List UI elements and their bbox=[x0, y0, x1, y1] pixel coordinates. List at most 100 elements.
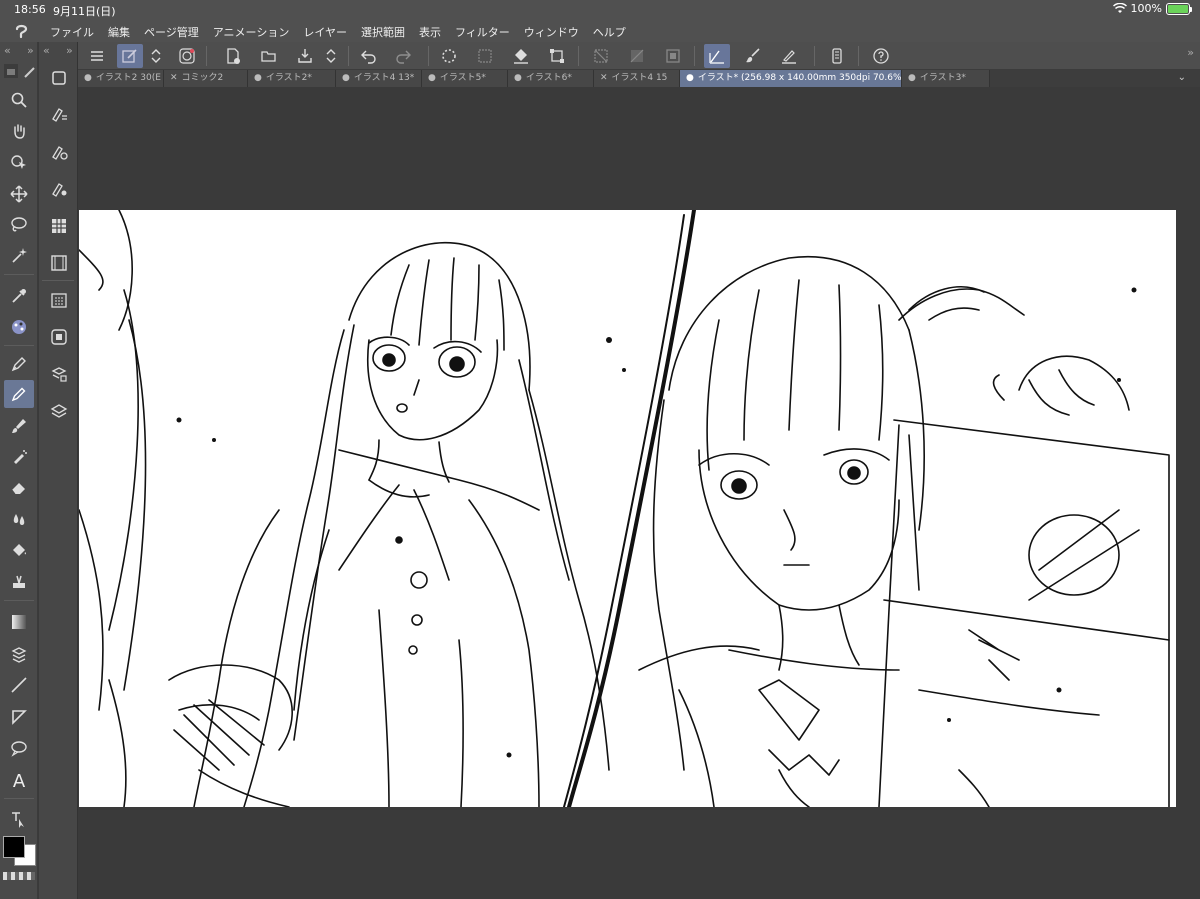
menu-item-7[interactable]: フィルター bbox=[455, 24, 510, 40]
balloon-tool[interactable] bbox=[4, 734, 34, 762]
document-tab-label: イラスト4 13* bbox=[353, 73, 415, 83]
brush-tool[interactable] bbox=[4, 412, 34, 440]
main-color-swatch[interactable] bbox=[3, 836, 25, 858]
fill-button[interactable] bbox=[508, 44, 534, 68]
document-tab[interactable]: ● イラスト* (256.98 x 140.00mm 350dpi 70.6%) bbox=[680, 70, 902, 87]
edit-mode-button[interactable] bbox=[117, 44, 143, 68]
correct-line-tool[interactable] bbox=[4, 806, 34, 834]
menu-item-3[interactable]: アニメーション bbox=[213, 24, 290, 40]
brush-size-button[interactable] bbox=[44, 175, 74, 203]
sub-tool-pen-button[interactable] bbox=[44, 100, 74, 128]
navigator-button[interactable] bbox=[44, 323, 74, 351]
zoom-tool[interactable] bbox=[4, 86, 34, 114]
save-tray-icon bbox=[298, 49, 312, 63]
grid-snap-button[interactable] bbox=[776, 44, 802, 68]
text-tool[interactable]: A bbox=[4, 767, 34, 795]
eyedropper-tool[interactable] bbox=[4, 282, 34, 310]
move-layer-tool[interactable] bbox=[4, 180, 34, 208]
auto-select-tool[interactable] bbox=[4, 242, 34, 270]
document-tab[interactable]: ✕ コミック2 bbox=[164, 70, 248, 87]
pen-tool[interactable] bbox=[4, 350, 34, 378]
loading-button[interactable] bbox=[436, 44, 462, 68]
collapse-right-icon-3[interactable]: » bbox=[1187, 46, 1194, 59]
airbrush-tool[interactable] bbox=[4, 443, 34, 471]
transparent-color-swatch[interactable] bbox=[3, 872, 35, 880]
tool-property-button[interactable] bbox=[44, 138, 74, 166]
close-icon[interactable]: ✕ bbox=[600, 73, 608, 83]
companion-mode-button[interactable] bbox=[174, 44, 200, 68]
new-file-button[interactable] bbox=[220, 44, 246, 68]
eraser-tool[interactable] bbox=[4, 474, 34, 502]
frame-border-tool[interactable] bbox=[4, 703, 34, 731]
document-tab[interactable]: ● イラスト6* bbox=[508, 70, 594, 87]
calendar-button[interactable] bbox=[44, 286, 74, 314]
close-icon[interactable]: ✕ bbox=[170, 73, 178, 83]
redo-button[interactable] bbox=[390, 44, 416, 68]
material-button[interactable] bbox=[44, 360, 74, 388]
pen-sub-tool[interactable] bbox=[4, 313, 34, 341]
mode-toggle-button[interactable] bbox=[148, 44, 164, 68]
hand-tool[interactable] bbox=[4, 117, 34, 145]
transform-button[interactable] bbox=[544, 44, 570, 68]
object-select-icon bbox=[11, 155, 26, 169]
timeline-button[interactable] bbox=[44, 249, 74, 277]
special-ruler-snap-button[interactable] bbox=[740, 44, 766, 68]
eyedropper-icon bbox=[12, 289, 26, 303]
menu-item-6[interactable]: 表示 bbox=[419, 24, 441, 40]
magic-wand-icon bbox=[12, 248, 27, 263]
color-set-button[interactable] bbox=[44, 212, 74, 240]
drawing-canvas[interactable] bbox=[79, 210, 1176, 807]
sketch-artwork bbox=[79, 210, 1170, 807]
operation-tool[interactable] bbox=[4, 148, 34, 176]
save-button[interactable] bbox=[292, 44, 318, 68]
menu-item-2[interactable]: ページ管理 bbox=[144, 24, 199, 40]
menu-item-9[interactable]: ヘルプ bbox=[593, 24, 626, 40]
palette-menu-icon[interactable] bbox=[4, 64, 18, 78]
clip-studio-logo-icon[interactable] bbox=[14, 23, 30, 39]
gradient-tool[interactable] bbox=[4, 608, 34, 636]
cmd-separator bbox=[206, 46, 207, 66]
redo-icon bbox=[396, 50, 411, 64]
collapse-right-icon-2[interactable]: » bbox=[66, 44, 73, 57]
hide-selection-button[interactable] bbox=[588, 44, 614, 68]
document-tab[interactable]: ● イラスト2 30(E bbox=[78, 70, 164, 87]
folder-open-icon bbox=[261, 51, 276, 62]
chevron-down-icon[interactable]: ⌄ bbox=[1178, 72, 1186, 83]
pencil-tool[interactable] bbox=[4, 380, 34, 408]
help-button[interactable] bbox=[868, 44, 894, 68]
document-tab[interactable]: ● イラスト3* bbox=[902, 70, 990, 87]
undo-button[interactable] bbox=[356, 44, 382, 68]
blend-tool[interactable] bbox=[4, 505, 34, 533]
ruler-snap-button[interactable] bbox=[704, 44, 730, 68]
clear-selection-button[interactable] bbox=[472, 44, 498, 68]
reference-layer-button[interactable] bbox=[660, 44, 686, 68]
figure-tool[interactable] bbox=[4, 640, 34, 668]
collapse-left-icon-2[interactable]: « bbox=[43, 44, 50, 57]
menu-item-4[interactable]: レイヤー bbox=[303, 24, 347, 40]
spinner-icon bbox=[442, 49, 456, 63]
menu-item-5[interactable]: 選択範囲 bbox=[361, 24, 405, 40]
line-tool[interactable] bbox=[4, 671, 34, 699]
layer-button[interactable] bbox=[44, 397, 74, 425]
open-file-button[interactable] bbox=[256, 44, 282, 68]
selection-tool[interactable] bbox=[4, 211, 34, 239]
menu-item-1[interactable]: 編集 bbox=[108, 24, 130, 40]
document-tab[interactable]: ● イラスト2* bbox=[248, 70, 336, 87]
document-tab[interactable]: ● イラスト5* bbox=[422, 70, 508, 87]
cmd-separator bbox=[694, 46, 695, 66]
fill-tool[interactable] bbox=[4, 537, 34, 565]
decoration-tool[interactable] bbox=[4, 568, 34, 596]
document-tab[interactable]: ✕ イラスト4 15 bbox=[594, 70, 680, 87]
layer-property-button[interactable] bbox=[44, 64, 74, 92]
unsaved-dot-icon: ● bbox=[428, 73, 436, 83]
menu-button[interactable] bbox=[84, 44, 110, 68]
document-tab[interactable]: ● イラスト4 13* bbox=[336, 70, 422, 87]
collapse-left-icon[interactable]: « bbox=[4, 44, 11, 57]
menu-item-0[interactable]: ファイル bbox=[50, 24, 94, 40]
pencil-icon bbox=[11, 387, 26, 402]
menu-item-8[interactable]: ウィンドウ bbox=[524, 24, 579, 40]
smartphone-connect-button[interactable] bbox=[824, 44, 850, 68]
clip-layer-button[interactable] bbox=[624, 44, 650, 68]
collapse-right-icon[interactable]: » bbox=[27, 44, 34, 57]
save-options-button[interactable] bbox=[323, 44, 339, 68]
